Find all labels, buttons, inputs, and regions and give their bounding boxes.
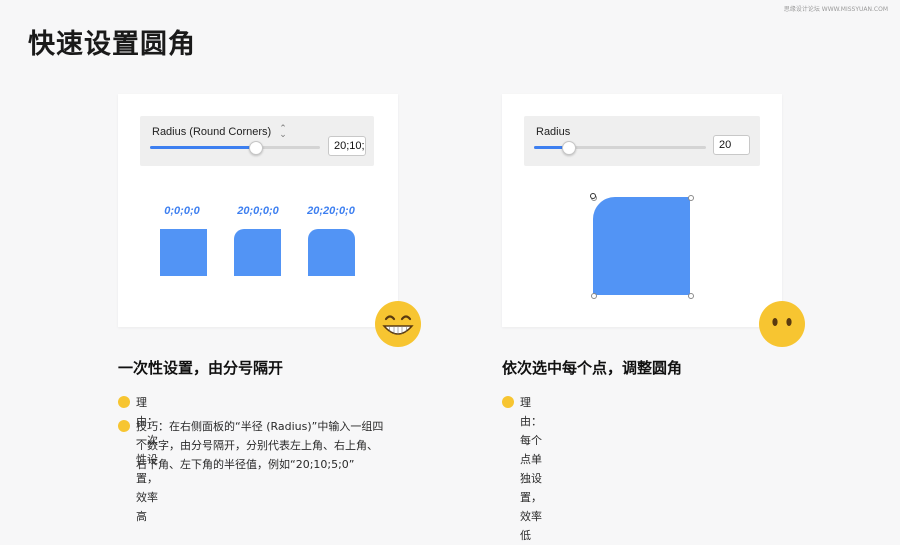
list-item-continuation: 右下角、左下角的半径值，例如“20;10;5;0” xyxy=(136,458,355,471)
radius-label: Radius (Round Corners) xyxy=(152,126,272,138)
right-card: Radius 20 xyxy=(502,94,782,327)
left-card: Radius (Round Corners) ⌃ ⌄ 20;10; 0;0;0;0… xyxy=(118,94,398,327)
radius-handle[interactable] xyxy=(590,193,596,199)
example-label: 0;0;0;0 xyxy=(164,205,200,217)
grinning-face-icon xyxy=(118,420,130,432)
radius-slider[interactable] xyxy=(534,141,706,155)
corner-handle[interactable] xyxy=(688,293,694,299)
page-title: 快速设置圆角 xyxy=(28,29,196,60)
slider-thumb[interactable] xyxy=(562,141,577,155)
grinning-face-icon xyxy=(118,396,130,408)
example-label: 20;20;0;0 xyxy=(307,205,355,217)
left-section-title: 一次性设置，由分号隔开 xyxy=(118,359,284,377)
face-without-mouth-icon xyxy=(502,396,514,408)
slider-fill xyxy=(150,146,256,149)
corner-handle[interactable] xyxy=(591,293,597,299)
square-no-radius xyxy=(160,229,207,276)
radius-panel-multi: Radius (Round Corners) ⌃ ⌄ 20;10; xyxy=(140,116,374,166)
grinning-face-icon xyxy=(375,301,421,347)
corner-handle[interactable] xyxy=(688,195,694,201)
list-item-continuation: 个数字，由分号隔开，分别代表左上角、右上角、 xyxy=(136,439,378,452)
watermark: 思缘设计论坛 WWW.MISSYUAN.COM xyxy=(783,6,888,13)
radius-panel-single: Radius 20 xyxy=(524,116,760,166)
example-label: 20;0;0;0 xyxy=(237,205,279,217)
radius-value-input[interactable]: 20 xyxy=(713,135,750,155)
radius-value-input[interactable]: 20;10; xyxy=(328,136,366,156)
face-without-mouth-icon xyxy=(759,301,805,347)
radius-slider[interactable] xyxy=(150,141,320,155)
right-section-title: 依次选中每个点，调整圆角 xyxy=(502,359,683,377)
radius-label: Radius xyxy=(536,126,571,138)
selected-shape[interactable] xyxy=(593,197,690,295)
square-one-corner-radius xyxy=(234,229,281,276)
square-two-corner-radius xyxy=(308,229,355,276)
slider-thumb[interactable] xyxy=(249,141,264,155)
up-down-icon[interactable]: ⌃ ⌄ xyxy=(279,125,287,140)
